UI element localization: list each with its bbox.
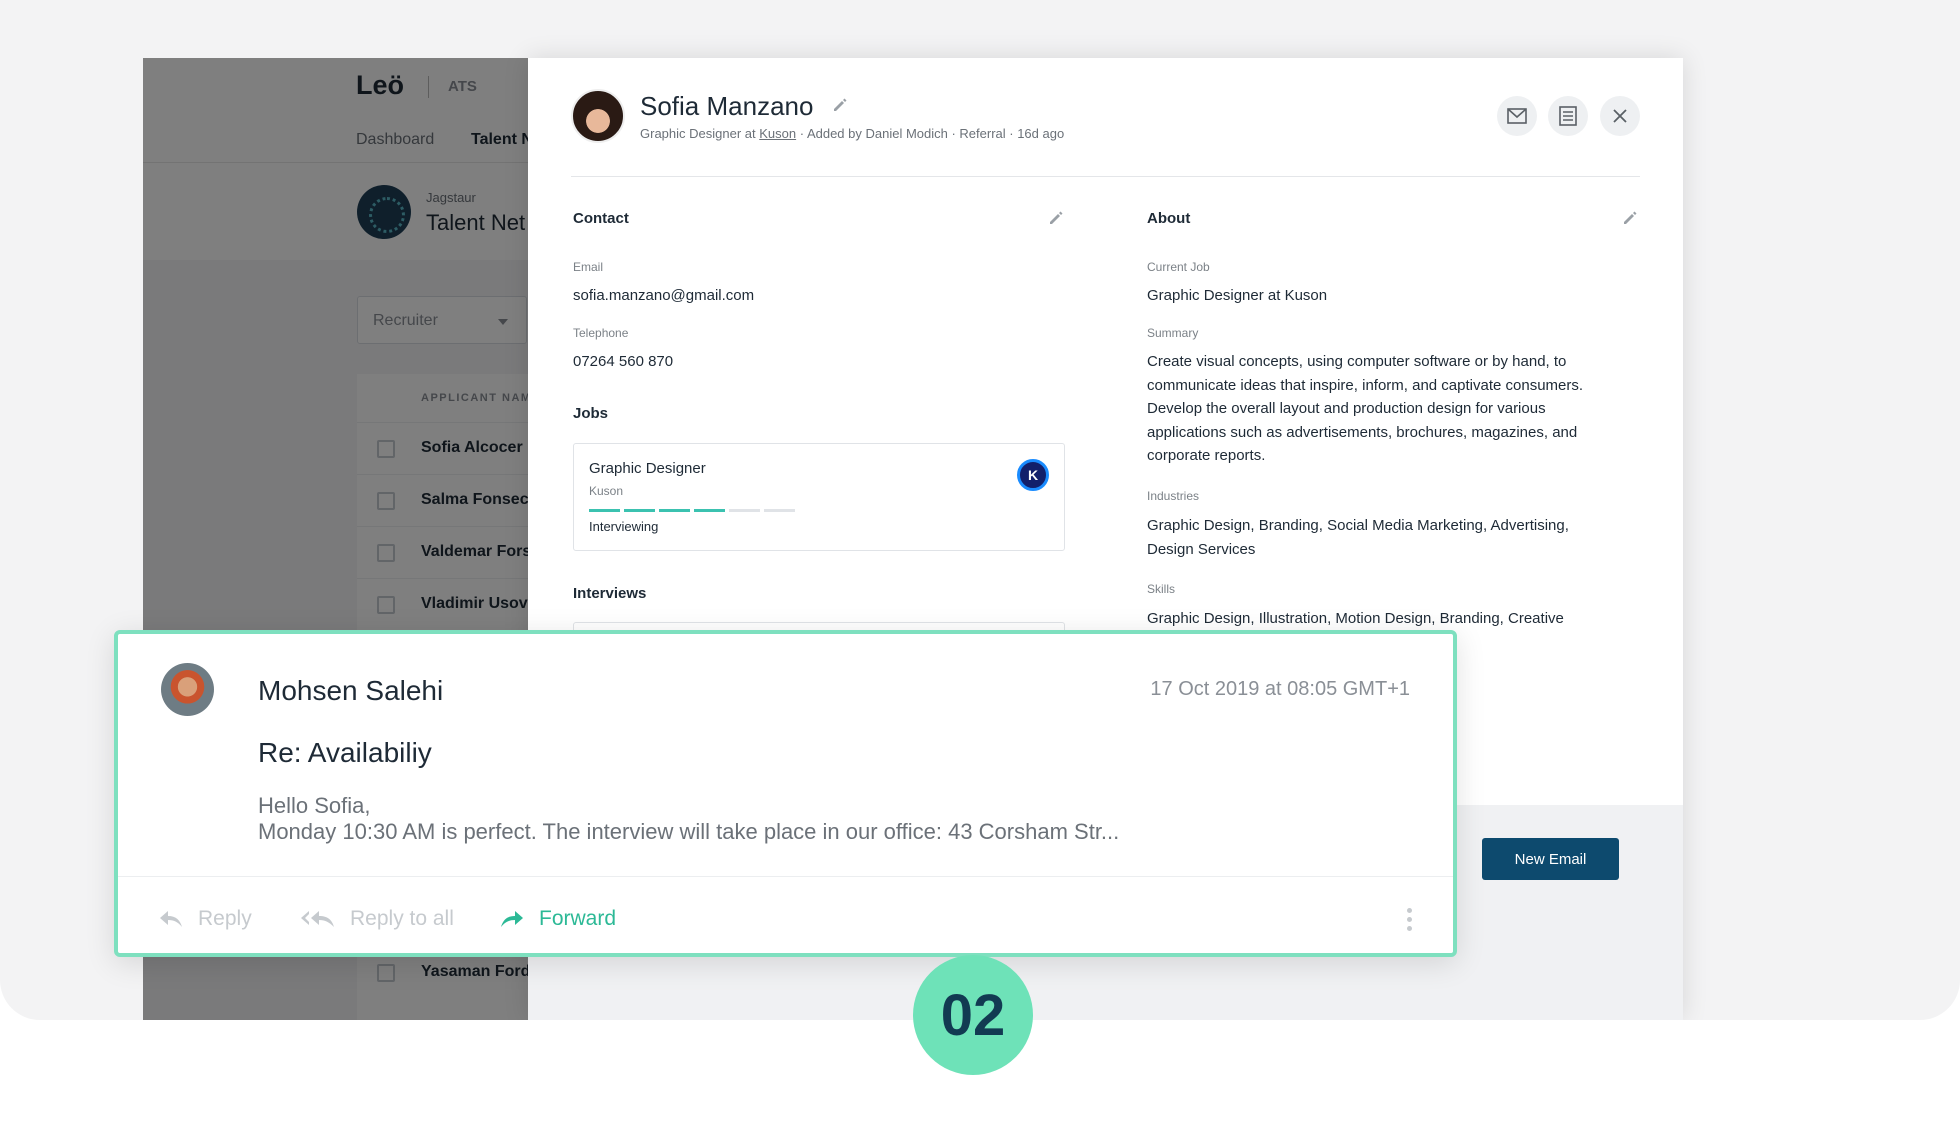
- progress-step: [694, 509, 725, 512]
- new-email-button[interactable]: New Email: [1482, 838, 1619, 880]
- close-icon: [1613, 109, 1627, 123]
- candidate-subtitle: Graphic Designer at Kuson · Added by Dan…: [640, 126, 1064, 141]
- edit-name-icon[interactable]: [832, 97, 848, 113]
- summary-line: Create visual concepts, using computer s…: [1147, 353, 1567, 370]
- current-job-value: Graphic Designer at Kuson: [1147, 287, 1328, 304]
- about-title: About: [1147, 210, 1191, 227]
- job-status: Interviewing: [589, 519, 659, 534]
- industries-line: Graphic Design, Branding, Social Media M…: [1147, 517, 1569, 534]
- job-card[interactable]: Graphic Designer Kuson Interviewing K: [573, 443, 1065, 551]
- email-preview-line: Hello Sofia,: [258, 793, 371, 818]
- notes-button[interactable]: [1548, 96, 1588, 136]
- progress-step: [589, 509, 620, 512]
- job-progress: [589, 509, 795, 512]
- edit-contact-icon[interactable]: [1048, 210, 1064, 226]
- summary-line: communicate ideas that inspire, inform, …: [1147, 377, 1584, 394]
- email-preview-line: Monday 10:30 AM is perfect. The intervie…: [258, 819, 1120, 844]
- email-divider: [118, 876, 1453, 877]
- candidate-name: Sofia Manzano: [640, 91, 814, 121]
- summary-line: Develop the overall layout and productio…: [1147, 400, 1546, 417]
- sender-avatar: [161, 663, 214, 716]
- company-logo: K: [1017, 459, 1049, 491]
- telephone-label: Telephone: [573, 326, 629, 340]
- interviews-title: Interviews: [573, 585, 647, 602]
- reply-all-icon: [301, 911, 334, 927]
- email-card[interactable]: Mohsen Salehi 17 Oct 2019 at 08:05 GMT+1…: [114, 630, 1457, 957]
- summary-label: Summary: [1147, 326, 1199, 340]
- skills-label: Skills: [1147, 582, 1176, 596]
- email-date: 17 Oct 2019 at 08:05 GMT+1: [1150, 678, 1410, 700]
- forward-icon: [501, 911, 523, 927]
- progress-step: [764, 509, 795, 512]
- step-badge: 02: [913, 955, 1033, 1075]
- industries-line: Design Services: [1147, 541, 1256, 558]
- skills-value: Graphic Design, Illustration, Motion Des…: [1147, 610, 1564, 627]
- forward-label: Forward: [539, 907, 617, 930]
- industries-label: Industries: [1147, 489, 1200, 503]
- email-preview: Hello Sofia, Monday 10:30 AM is perfect.…: [258, 793, 1119, 845]
- job-company: Kuson: [589, 484, 624, 498]
- email-label: Email: [573, 260, 604, 274]
- progress-step: [624, 509, 655, 512]
- email-subject: Re: Availabiliy: [258, 737, 432, 768]
- progress-step: [659, 509, 690, 512]
- reply-all-label: Reply to all: [350, 907, 454, 930]
- subtitle-meta: · Added by Daniel Modich · Referral · 16…: [796, 126, 1065, 141]
- telephone-value[interactable]: 07264 560 870: [573, 350, 673, 374]
- forward-button[interactable]: Forward: [499, 907, 616, 931]
- stage: Leö ATS Dashboard Talent N Jagstaur Tale…: [0, 0, 1960, 1020]
- reply-all-button[interactable]: Reply to all: [300, 907, 454, 931]
- reply-label: Reply: [198, 907, 252, 930]
- progress-step: [729, 509, 760, 512]
- close-button[interactable]: [1600, 96, 1640, 136]
- current-job-label: Current Job: [1147, 260, 1210, 274]
- more-options-icon[interactable]: [1405, 908, 1413, 934]
- email-value[interactable]: sofia.manzano@gmail.com: [573, 284, 754, 308]
- company-link[interactable]: Kuson: [759, 126, 796, 141]
- candidate-avatar: [571, 89, 625, 143]
- summary-line: applications such as advertisements, bro…: [1147, 424, 1578, 441]
- mail-icon: [1507, 108, 1527, 124]
- contact-title: Contact: [573, 210, 629, 227]
- summary-line: corporate reports.: [1147, 447, 1266, 464]
- notes-icon: [1559, 106, 1577, 126]
- reply-button[interactable]: Reply: [158, 907, 252, 931]
- subtitle-role: Graphic Designer at: [640, 126, 760, 141]
- header-divider: [571, 176, 1640, 177]
- job-title: Graphic Designer: [589, 460, 706, 477]
- edit-about-icon[interactable]: [1622, 210, 1638, 226]
- reply-icon: [160, 911, 182, 927]
- email-button[interactable]: [1497, 96, 1537, 136]
- jobs-title: Jobs: [573, 405, 609, 422]
- email-sender: Mohsen Salehi: [258, 675, 444, 706]
